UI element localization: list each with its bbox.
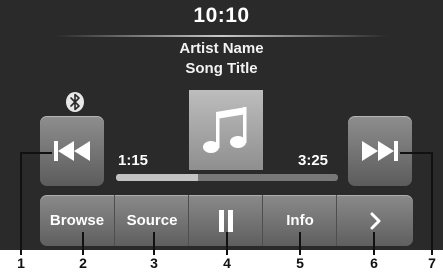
song-title: Song Title [185,60,258,77]
header-divider [55,35,388,37]
callout-number-2: 2 [79,255,87,271]
callout-line-2 [82,232,84,255]
clock: 10:10 [193,4,250,27]
artist-name: Artist Name [179,40,264,57]
callout-number-1: 1 [17,255,25,271]
callout-number-5: 5 [296,255,304,271]
previous-track-button[interactable] [40,116,104,186]
callout-line-1-horizontal [20,152,52,154]
callout-line-5 [299,232,301,255]
browse-button[interactable]: Browse [40,195,114,246]
progress-fill [116,174,199,181]
browse-label: Browse [49,212,105,229]
music-note-icon [203,107,247,153]
total-time: 3:25 [298,152,329,169]
callout-number-7: 7 [428,255,436,271]
figure: 10:10 Artist Name Song Title 1:15 3:25 B… [0,0,443,273]
pause-icon [219,209,233,232]
callout-line-1 [20,152,22,255]
bluetooth-icon [66,92,84,112]
callout-number-6: 6 [370,255,378,271]
callout-number-3: 3 [150,255,158,271]
elapsed-time: 1:15 [118,152,149,169]
callout-line-7 [431,152,433,255]
chevron-right-icon [370,212,380,229]
callout-line-3 [153,232,155,255]
info-label: Info [286,212,314,229]
source-label: Source [126,212,178,229]
callout-number-4: 4 [223,255,231,271]
previous-track-icon [54,141,90,161]
audio-screen: 10:10 Artist Name Song Title 1:15 3:25 B… [0,0,443,250]
next-track-icon [362,141,398,161]
callout-line-6 [373,232,375,255]
callout-line-4 [226,232,228,255]
next-track-button[interactable] [348,116,412,186]
album-art [189,90,263,170]
callout-line-7-horizontal [400,152,432,154]
source-button[interactable]: Source [114,195,189,246]
progress-bar[interactable] [116,174,338,181]
